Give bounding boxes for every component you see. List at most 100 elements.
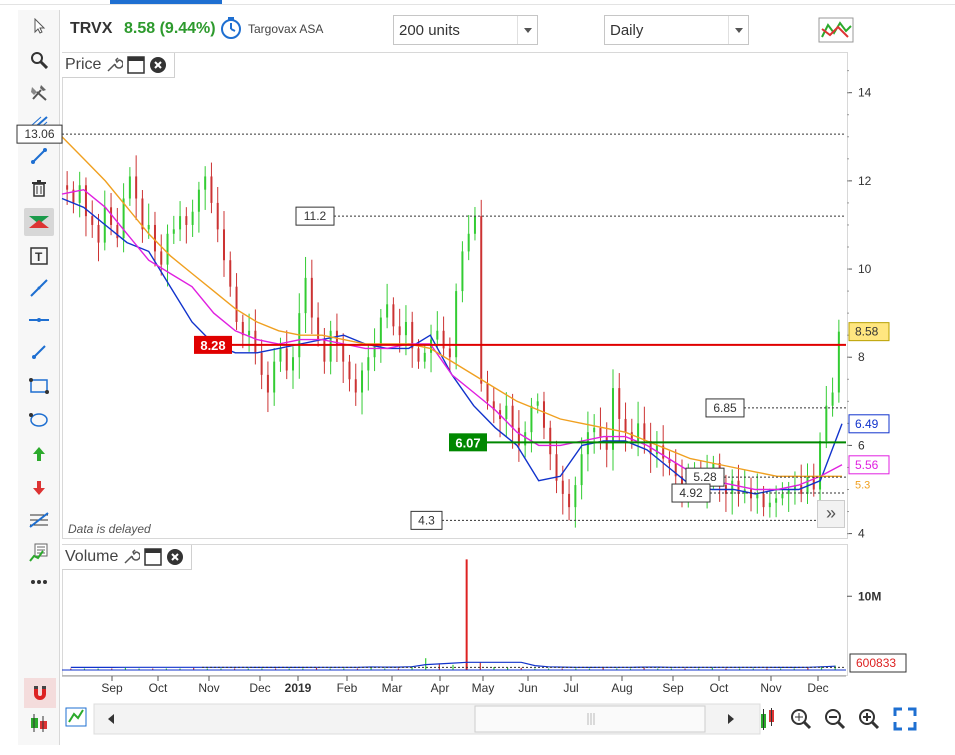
candle-body [536, 401, 539, 406]
candle-body [448, 348, 451, 358]
candle-body [530, 405, 533, 433]
candle-body [304, 277, 307, 314]
candle-body [511, 405, 514, 428]
candle-body [128, 176, 131, 199]
candle-body [618, 388, 621, 419]
candle-body [819, 441, 822, 490]
y-tick-label: 12 [858, 174, 872, 188]
candle-body [524, 432, 527, 446]
chart-type-icon[interactable] [761, 708, 774, 730]
candle-body [737, 480, 740, 494]
candle-body [135, 176, 138, 199]
candle-body [599, 427, 602, 437]
volume-tick-label: 10M [858, 589, 881, 603]
candle-body [285, 348, 288, 371]
candle-body [731, 480, 734, 494]
candle-body [436, 330, 439, 340]
annotation-label: 6.85 [713, 401, 737, 415]
candle-body [342, 344, 345, 362]
candle-body [549, 427, 552, 455]
price-panel-header: Price [62, 53, 176, 78]
x-tick-label: Dec [807, 681, 828, 695]
candle-body [204, 176, 207, 190]
wrench-icon[interactable] [122, 548, 141, 566]
candle-body [248, 330, 251, 336]
candle-body [574, 485, 577, 508]
zoom-out-icon[interactable] [825, 709, 846, 730]
last-price-tag-label: 8.58 [855, 325, 879, 339]
maximize-icon[interactable] [127, 56, 146, 74]
x-tick-label: Aug [611, 681, 632, 695]
bottom-toolbar [62, 700, 924, 740]
x-tick-label: Mar [382, 681, 403, 695]
x-tick-label: Sep [101, 681, 123, 695]
scroll-more-icon[interactable]: » [817, 500, 845, 528]
chart-canvas[interactable]: 13.06 11.2 6.85 5.28 4.92 4.3 8.28 6.07 14 12 10 8… [0, 0, 955, 700]
candle-body [542, 401, 545, 428]
edit-chart-icon[interactable] [65, 707, 87, 727]
candle-body [210, 176, 213, 203]
scroll-thumb[interactable] [474, 705, 706, 733]
x-tick-label: Apr [431, 681, 450, 695]
price-panel-label: Price [65, 56, 102, 73]
zoom-auto-icon[interactable] [791, 709, 812, 730]
candle-body [580, 454, 583, 486]
annotation-label: 13.06 [24, 127, 54, 141]
x-tick-label: Jul [563, 681, 578, 695]
candle-body [185, 216, 188, 225]
candle-body [655, 445, 658, 455]
candle-body [172, 229, 175, 234]
candle-body [317, 317, 320, 340]
x-tick-label: Feb [337, 681, 358, 695]
moving-average-line [61, 136, 842, 477]
annotation-label: 4.3 [418, 513, 435, 527]
x-tick-label: May [472, 681, 495, 695]
candle-body [473, 216, 476, 234]
drawing-tools-icon[interactable] [24, 708, 56, 738]
delayed-note: Data is delayed [68, 522, 151, 536]
candle-body [643, 423, 646, 441]
x-tick-label: Sep [662, 681, 684, 695]
candle-body [292, 357, 295, 371]
y-tick-label: 4 [858, 527, 865, 541]
candle-body [254, 330, 257, 353]
candle-body [423, 352, 426, 362]
candle-body [775, 498, 778, 503]
maximize-icon[interactable] [144, 548, 163, 566]
x-tick-label: Oct [149, 681, 168, 695]
y-tick-label: 10 [858, 262, 872, 276]
candle-body [467, 233, 470, 252]
close-icon[interactable] [149, 56, 167, 74]
wrench-icon[interactable] [105, 56, 124, 74]
candle-body [831, 392, 834, 406]
candle-body [84, 185, 87, 217]
candle-body [404, 321, 407, 336]
candle-body [461, 251, 464, 292]
volume-panel-header: Volume [62, 545, 193, 570]
close-icon[interactable] [166, 548, 184, 566]
candle-body [386, 304, 389, 318]
candle-body [756, 493, 759, 499]
candle-body [825, 405, 828, 441]
candle-body [367, 357, 370, 371]
candle-body [279, 348, 282, 362]
fullscreen-icon[interactable] [893, 707, 917, 731]
candle-body [179, 216, 182, 230]
candle-body [216, 202, 219, 230]
candle-body [229, 260, 232, 287]
annotation-label: 4.92 [679, 486, 703, 500]
candle-body [66, 185, 69, 190]
candle-body [329, 330, 332, 362]
candle-body [354, 379, 357, 393]
y-tick-label: 14 [858, 86, 872, 100]
y-tick-label: 8 [858, 350, 865, 364]
zoom-in-icon[interactable] [859, 709, 880, 730]
candle-body [593, 427, 596, 433]
candle-body [235, 286, 238, 322]
candle-body [505, 405, 508, 419]
candle-body [750, 489, 753, 499]
candle-body [166, 233, 169, 265]
candle-body [197, 189, 200, 212]
candle-body [191, 211, 194, 225]
candle-body [392, 304, 395, 327]
